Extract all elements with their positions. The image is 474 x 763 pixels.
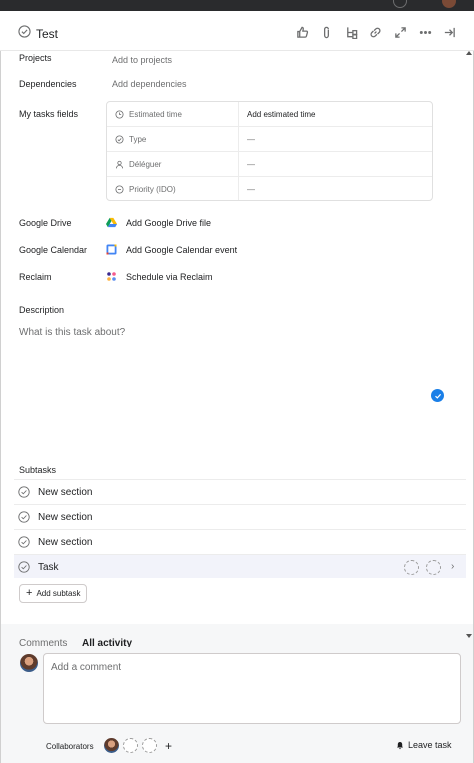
top-circle-icon — [393, 0, 407, 8]
window-top-strip — [0, 0, 474, 11]
avatar — [20, 654, 38, 672]
leave-task-label: Leave task — [408, 740, 452, 750]
subtask-row-task[interactable]: Task › — [14, 554, 466, 578]
field-label: Estimated time — [129, 110, 182, 119]
top-avatar — [442, 0, 456, 8]
reclaim-label: Reclaim — [19, 272, 52, 282]
assignee-icon[interactable] — [426, 560, 441, 575]
type-icon — [115, 135, 124, 144]
link-icon[interactable] — [364, 24, 389, 40]
header-toolbar — [290, 24, 462, 40]
schedule-via-reclaim-link[interactable]: Schedule via Reclaim — [126, 272, 213, 282]
field-value[interactable]: — — [247, 135, 255, 144]
plus-icon: + — [26, 587, 33, 599]
google-calendar-icon — [106, 244, 117, 255]
subtask-row[interactable]: New section — [14, 504, 466, 528]
google-drive-icon — [106, 217, 117, 228]
leave-task-button[interactable]: Leave task — [395, 740, 452, 750]
reclaim-icon — [107, 272, 116, 281]
expand-icon[interactable] — [388, 24, 413, 40]
attachment-icon[interactable] — [314, 24, 339, 40]
subtasks-label: Subtasks — [19, 465, 57, 475]
priority-icon — [115, 185, 124, 194]
projects-label: Projects — [19, 53, 52, 63]
due-date-icon[interactable] — [404, 560, 419, 575]
field-value[interactable]: — — [247, 185, 255, 194]
field-row-type[interactable]: Type — — [107, 127, 432, 152]
add-google-calendar-event-link[interactable]: Add Google Calendar event — [126, 245, 237, 255]
subtask-name[interactable]: New section — [38, 487, 92, 498]
my-tasks-fields-label: My tasks fields — [19, 109, 79, 119]
bell-icon — [397, 742, 403, 750]
subtask-name[interactable]: Task — [38, 562, 59, 573]
add-subtask-button[interactable]: + Add subtask — [19, 584, 88, 603]
my-tasks-fields-table: Estimated time Add estimated time Type —… — [106, 101, 433, 201]
person-icon — [115, 160, 124, 169]
field-label: Priority (IDO) — [129, 185, 176, 194]
collaborator-avatar[interactable] — [104, 738, 119, 753]
comment-input[interactable] — [51, 662, 451, 673]
task-header: Test — [0, 11, 474, 51]
subtask-check-icon[interactable] — [18, 486, 30, 498]
add-subtask-label: Add subtask — [36, 589, 81, 598]
add-google-drive-file-link[interactable]: Add Google Drive file — [126, 218, 211, 228]
check-icon — [434, 393, 441, 399]
scroll-down-icon[interactable] — [466, 634, 472, 638]
field-row-priority[interactable]: Priority (IDO) — — [107, 177, 432, 202]
description-label: Description — [19, 305, 65, 315]
subtask-row[interactable]: New section — [14, 529, 466, 553]
add-collaborator-icon[interactable] — [142, 738, 157, 753]
activity-tabs: Comments All activity — [1, 624, 473, 649]
plus-icon[interactable]: + — [165, 739, 172, 753]
subtask-check-icon[interactable] — [18, 536, 30, 548]
field-label: Déléguer — [129, 160, 162, 169]
close-panel-icon[interactable] — [437, 24, 462, 40]
add-collaborator-icon[interactable] — [123, 738, 138, 753]
scroll-up-icon[interactable] — [466, 51, 472, 55]
subtask-row[interactable]: New section — [14, 479, 466, 503]
chevron-right-icon[interactable]: › — [451, 561, 454, 572]
google-drive-label: Google Drive — [19, 218, 72, 228]
field-row-estimated-time[interactable]: Estimated time Add estimated time — [107, 102, 432, 127]
subtask-name[interactable]: New section — [38, 512, 92, 523]
grammarly-check-icon[interactable] — [431, 389, 444, 402]
add-dependencies-link[interactable]: Add dependencies — [112, 79, 187, 89]
complete-check-icon[interactable] — [18, 25, 31, 38]
description-input[interactable]: What is this task about? — [19, 327, 125, 338]
subtask-check-icon[interactable] — [18, 561, 30, 573]
google-calendar-label: Google Calendar — [19, 245, 88, 255]
comment-box[interactable] — [43, 653, 461, 724]
field-label: Type — [129, 135, 147, 144]
task-title[interactable]: Test — [36, 27, 58, 41]
subtask-check-icon[interactable] — [18, 511, 30, 523]
field-row-deleguer[interactable]: Déléguer — — [107, 152, 432, 177]
more-icon[interactable] — [413, 24, 438, 40]
field-value[interactable]: — — [247, 160, 255, 169]
dependencies-label: Dependencies — [19, 79, 77, 89]
subtask-icon[interactable] — [339, 24, 364, 40]
clock-icon — [115, 110, 124, 119]
like-icon[interactable] — [290, 24, 315, 40]
collaborators-label: Collaborators — [46, 742, 94, 751]
subtask-name[interactable]: New section — [38, 537, 92, 548]
field-value[interactable]: Add estimated time — [247, 110, 315, 119]
add-projects-link[interactable]: Add to projects — [112, 55, 172, 65]
